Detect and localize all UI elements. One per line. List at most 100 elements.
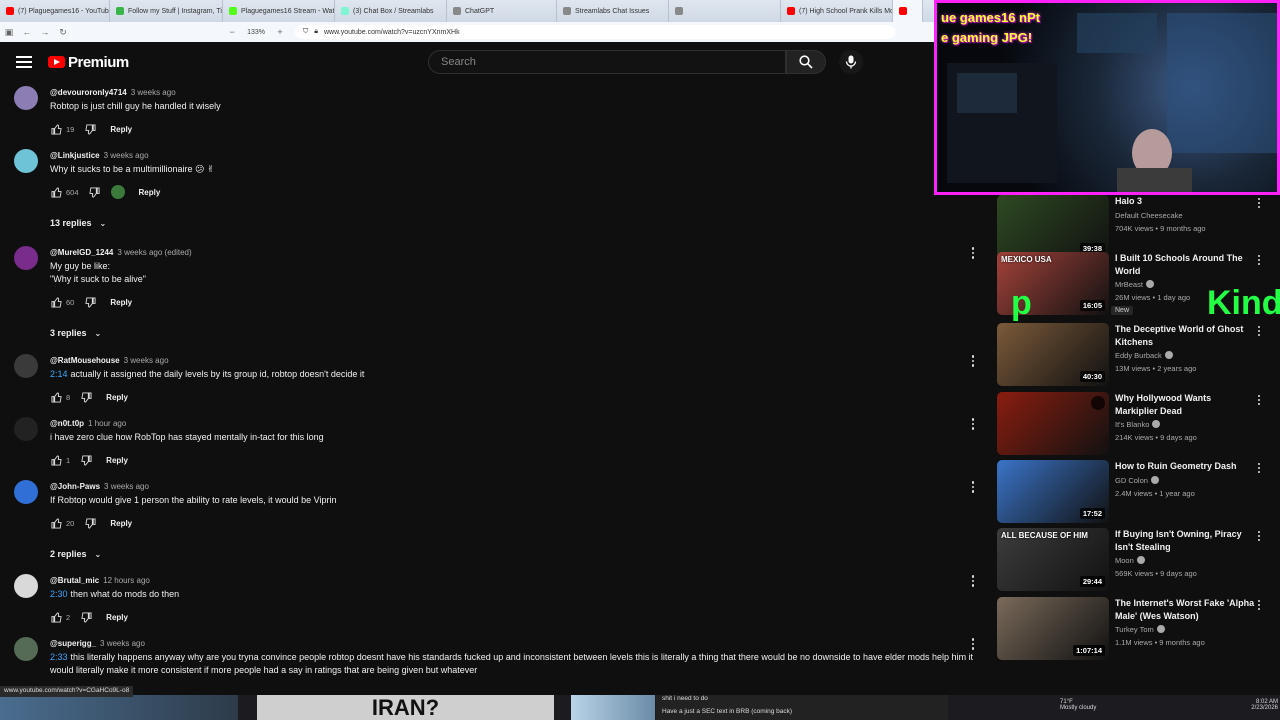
video-more-icon[interactable] [1256, 394, 1262, 406]
address-bar[interactable]: ⛉ 🔒︎ www.youtube.com/watch?v=uzcnYXnmXHk [295, 25, 895, 39]
comment-more-icon[interactable] [968, 480, 978, 494]
video-title[interactable]: The Internet's Worst Fake 'Alpha Male' (… [1115, 597, 1255, 623]
video-title[interactable]: If Buying Isn't Owning, Piracy Isn't Ste… [1115, 528, 1255, 554]
browser-tab[interactable]: (3) Chat Box / Streamlabs [335, 0, 447, 22]
like-icon[interactable] [50, 517, 62, 529]
video-title[interactable]: The Deceptive World of Ghost Kitchens [1115, 323, 1255, 349]
sidebar-toggle-icon[interactable]: ▣ [0, 22, 18, 42]
view-replies-button[interactable]: 2 replies ⌄ [50, 549, 101, 559]
like-icon[interactable] [50, 611, 62, 623]
forward-button[interactable]: → [36, 22, 54, 42]
comment-time[interactable]: 1 hour ago [88, 419, 126, 428]
avatar[interactable] [14, 246, 38, 270]
dislike-icon[interactable] [80, 611, 92, 623]
comment-timestamp-link[interactable]: 2:30 [50, 589, 68, 599]
video-thumbnail[interactable]: 1:07:14 [997, 597, 1109, 660]
recommended-video[interactable]: 1:07:14 The Internet's Worst Fake 'Alpha … [997, 597, 1280, 663]
clock[interactable]: 8:02 AM 2/23/2026 [1228, 695, 1278, 720]
video-thumbnail[interactable] [997, 392, 1109, 455]
watch-later-icon[interactable] [1091, 396, 1105, 410]
avatar[interactable] [14, 574, 38, 598]
video-thumbnail[interactable]: 40:30 [997, 323, 1109, 386]
comment-time[interactable]: 3 weeks ago [104, 482, 149, 491]
comment-time[interactable]: 3 weeks ago [100, 639, 145, 648]
taskbar-thumb-3[interactable] [571, 695, 655, 720]
recommended-video[interactable]: ALL BECAUSE OF HIM 29:44 If Buying Isn't O… [997, 528, 1280, 594]
zoom-in-button[interactable]: + [271, 22, 289, 42]
reply-button[interactable]: Reply [110, 298, 132, 307]
comment-more-icon[interactable] [968, 246, 978, 260]
reply-button[interactable]: Reply [110, 125, 132, 134]
recommended-video[interactable]: 17:52 How to Ruin Geometry Dash GD Colon 2.… [997, 460, 1280, 526]
like-icon[interactable] [50, 186, 62, 198]
video-channel[interactable]: Moon [1115, 556, 1145, 565]
dislike-icon[interactable] [80, 391, 92, 403]
avatar[interactable] [14, 637, 38, 661]
video-more-icon[interactable] [1256, 530, 1262, 542]
video-channel[interactable]: Default Cheesecake [1115, 211, 1183, 220]
taskbar-chat-thumb[interactable]: shit i need to do Have a just a SEC text… [656, 695, 948, 720]
comment-more-icon[interactable] [968, 417, 978, 431]
reply-button[interactable]: Reply [106, 613, 128, 622]
like-icon[interactable] [50, 454, 62, 466]
like-icon[interactable] [50, 296, 62, 308]
comment-author[interactable]: @n0t.t0p [50, 419, 84, 428]
browser-tab[interactable]: (7) High School Prank Kills Mom [781, 0, 893, 22]
avatar[interactable] [14, 480, 38, 504]
browser-tab[interactable]: Follow my Stuff | Instagram, Tik [110, 0, 223, 22]
video-title[interactable]: How to Ruin Geometry Dash [1115, 460, 1255, 473]
video-title[interactable]: Why Hollywood Wants Markiplier Dead [1115, 392, 1255, 418]
recommended-video[interactable]: Why Hollywood Wants Markiplier Dead It's … [997, 392, 1280, 458]
video-more-icon[interactable] [1256, 599, 1262, 611]
avatar[interactable] [14, 149, 38, 173]
reply-button[interactable]: Reply [106, 393, 128, 402]
comment-author[interactable]: @superigg_ [50, 639, 96, 648]
taskbar-thumb-1[interactable] [0, 695, 238, 720]
video-title[interactable]: Halo 3 [1115, 195, 1255, 208]
comment-time[interactable]: 3 weeks ago [131, 88, 176, 97]
comment-time[interactable]: 12 hours ago [103, 576, 150, 585]
reload-button[interactable]: ↻ [54, 22, 72, 42]
comment-time[interactable]: 3 weeks ago [124, 356, 169, 365]
comment-timestamp-link[interactable]: 2:14 [50, 369, 68, 379]
like-icon[interactable] [50, 391, 62, 403]
video-more-icon[interactable] [1256, 325, 1262, 337]
video-title[interactable]: I Built 10 Schools Around The World [1115, 252, 1255, 278]
avatar[interactable] [14, 417, 38, 441]
browser-tab[interactable]: ChatGPT [447, 0, 557, 22]
reply-button[interactable]: Reply [139, 188, 161, 197]
avatar[interactable] [14, 354, 38, 378]
video-thumbnail[interactable]: 17:52 [997, 460, 1109, 523]
search-button[interactable] [786, 50, 826, 74]
dislike-icon[interactable] [80, 454, 92, 466]
comment-more-icon[interactable] [968, 354, 978, 368]
zoom-level[interactable]: 133% [241, 29, 271, 36]
zoom-out-button[interactable]: − [223, 22, 241, 42]
view-replies-button[interactable]: 3 replies ⌄ [50, 328, 101, 338]
comment-author[interactable]: @MurelGD_1244 [50, 248, 113, 257]
browser-tab[interactable] [669, 0, 781, 22]
browser-tab[interactable] [893, 0, 923, 22]
hamburger-menu-icon[interactable] [14, 52, 34, 72]
voice-search-button[interactable] [839, 50, 863, 74]
comment-time[interactable]: 3 weeks ago [104, 151, 149, 160]
avatar[interactable] [14, 86, 38, 110]
video-channel[interactable]: It's Blanko [1115, 420, 1161, 429]
comment-author[interactable]: @RatMousehouse [50, 356, 120, 365]
like-icon[interactable] [50, 123, 62, 135]
video-channel[interactable]: MrBeast [1115, 280, 1154, 289]
video-more-icon[interactable] [1256, 254, 1262, 266]
comment-time[interactable]: 3 weeks ago (edited) [117, 248, 191, 257]
browser-tab[interactable]: (7) Plaguegames16 - YouTube [0, 0, 110, 22]
comment-author[interactable]: @Linkjustice [50, 151, 100, 160]
comment-author[interactable]: @Brutal_mic [50, 576, 99, 585]
dislike-icon[interactable] [84, 296, 96, 308]
video-thumbnail[interactable]: 39:38 [997, 195, 1109, 258]
video-channel[interactable]: Turkey Tom [1115, 625, 1165, 634]
dislike-icon[interactable] [89, 186, 101, 198]
browser-tab[interactable]: Streamlabs Chat Issues [557, 0, 669, 22]
reply-button[interactable]: Reply [106, 456, 128, 465]
video-more-icon[interactable] [1256, 462, 1262, 474]
reply-button[interactable]: Reply [110, 519, 132, 528]
comment-timestamp-link[interactable]: 2:33 [50, 652, 68, 662]
